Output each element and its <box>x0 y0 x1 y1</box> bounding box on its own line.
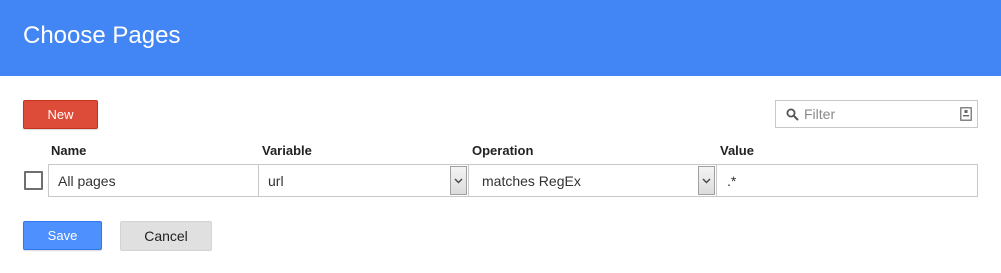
column-header-name: Name <box>51 143 87 158</box>
variable-select[interactable]: url <box>258 164 469 197</box>
new-button[interactable]: New <box>23 100 98 129</box>
operation-value: matches RegEx <box>482 173 581 189</box>
search-icon <box>786 108 799 121</box>
column-header-variable: Variable <box>262 143 312 158</box>
row-checkbox[interactable] <box>24 171 43 190</box>
cancel-button[interactable]: Cancel <box>120 221 212 251</box>
operation-dropdown-button[interactable] <box>698 166 715 195</box>
document-icon[interactable] <box>960 107 972 121</box>
dialog-title: Choose Pages <box>23 22 181 49</box>
variable-dropdown-button[interactable] <box>450 166 467 195</box>
name-field[interactable]: All pages <box>48 164 259 197</box>
chevron-down-icon <box>454 178 463 183</box>
chevron-down-icon <box>702 178 711 183</box>
value-text: .* <box>727 173 737 189</box>
filter-field[interactable] <box>775 100 978 128</box>
column-header-value: Value <box>720 143 754 158</box>
name-value: All pages <box>58 173 116 189</box>
column-header-operation: Operation <box>472 143 534 158</box>
dialog-header: Choose Pages <box>0 0 1001 76</box>
variable-value: url <box>268 173 284 189</box>
operation-select[interactable]: matches RegEx <box>468 164 717 197</box>
filter-input[interactable] <box>804 104 954 124</box>
value-field[interactable]: .* <box>716 164 978 197</box>
save-button[interactable]: Save <box>23 221 102 250</box>
